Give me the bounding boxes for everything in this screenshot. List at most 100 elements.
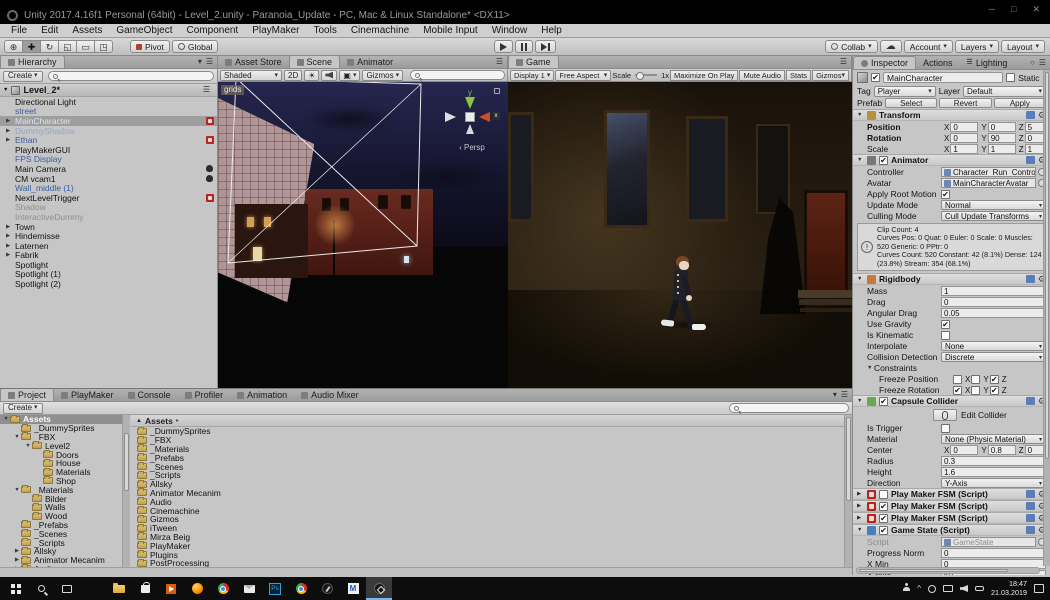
panel-menu-icon[interactable]: ☰	[1039, 57, 1046, 69]
mute-audio-toggle[interactable]: Mute Audio	[739, 70, 785, 81]
expand-arrow-icon[interactable]: ▶	[13, 557, 21, 563]
asset-list-item[interactable]: _Scenes	[131, 462, 844, 471]
mail-icon[interactable]	[236, 577, 262, 600]
property-checkbox[interactable]	[941, 424, 950, 433]
hierarchy-item[interactable]: ▶Hindernisse	[0, 231, 217, 241]
dropdown[interactable]: Normal▾	[941, 200, 1046, 210]
minimize-icon[interactable]: ─	[989, 4, 995, 15]
hand-tool-icon[interactable]: ⊕	[4, 40, 23, 53]
create-button[interactable]: Create▾	[3, 403, 43, 414]
gameobject-name-field[interactable]: MainCharacter	[883, 72, 1003, 83]
maximize-icon[interactable]: □	[1011, 4, 1016, 15]
collab-button[interactable]: Collab▾	[825, 40, 878, 53]
component-enabled-checkbox[interactable]: ✔	[879, 397, 888, 406]
expand-arrow-icon[interactable]: ▶	[6, 233, 15, 239]
axis-checkbox[interactable]	[971, 386, 980, 395]
panel-menu-icon[interactable]: ☰	[496, 56, 503, 68]
firefox-icon[interactable]	[184, 577, 210, 600]
gizmos-dropdown[interactable]: Gizmos▾	[362, 70, 403, 81]
property-checkbox[interactable]: ✔	[941, 320, 950, 329]
edit-collider-button[interactable]	[933, 409, 957, 421]
lock-icon[interactable]: ○	[1030, 57, 1035, 69]
maximize-on-play-toggle[interactable]: Maximize On Play	[670, 70, 738, 81]
pause-button[interactable]	[515, 40, 533, 53]
project-tree-item[interactable]: _Scripts	[0, 538, 129, 547]
stats-toggle[interactable]: Stats	[786, 70, 811, 81]
menu-cinemachine[interactable]: Cinemachine	[344, 25, 416, 36]
value-field[interactable]: 1.6	[941, 467, 1046, 477]
hierarchy-item[interactable]: FPS Display	[0, 155, 217, 165]
hierarchy-item[interactable]: InteractiveDummy	[0, 212, 217, 222]
reference-icon[interactable]	[1026, 397, 1035, 405]
axis-checkbox[interactable]: ✔	[953, 386, 962, 395]
asset-list-item[interactable]: Animator Mecanim	[131, 489, 844, 498]
property-checkbox[interactable]: ✔	[941, 190, 950, 199]
reference-icon[interactable]	[1026, 526, 1035, 534]
scale-slider[interactable]	[635, 74, 657, 76]
dropdown[interactable]: Cull Update Transforms▾	[941, 211, 1046, 221]
axis-checkbox[interactable]: ✔	[990, 375, 999, 384]
value-field[interactable]: 0.3	[941, 456, 1046, 466]
panel-menu-icon[interactable]: ☰	[206, 56, 213, 68]
tab-game[interactable]: Game	[508, 55, 559, 68]
expand-arrow-icon[interactable]: ▶	[6, 252, 15, 258]
hierarchy-item[interactable]: Spotlight	[0, 260, 217, 270]
menu-mobile-input[interactable]: Mobile Input	[416, 25, 484, 36]
menu-window[interactable]: Window	[485, 25, 535, 36]
neg-y-axis-cone[interactable]	[466, 124, 474, 134]
scene-header-row[interactable]: ▼ Level_2* ☰	[0, 84, 217, 97]
rect-tool-icon[interactable]: ▭	[76, 40, 95, 53]
expand-arrow-icon[interactable]: ▶	[6, 243, 15, 249]
asset-list-item[interactable]: _Prefabs	[131, 453, 844, 462]
store-icon[interactable]	[132, 577, 158, 600]
lock-icon[interactable]: ▾	[833, 389, 837, 401]
asset-list-item[interactable]: _DummySprites	[131, 427, 844, 436]
value-field[interactable]: 0	[950, 133, 978, 143]
volume-icon[interactable]	[960, 585, 968, 592]
close-icon[interactable]: ✕	[1032, 4, 1040, 15]
project-tree-item[interactable]: ▶Animator Mecanim	[0, 556, 129, 565]
tab-console[interactable]: Console	[121, 389, 178, 401]
expand-arrow-icon[interactable]: ▶	[6, 224, 15, 230]
active-checkbox[interactable]: ✔	[871, 73, 880, 82]
inspector-scrollbar[interactable]	[1043, 70, 1050, 566]
display-dropdown[interactable]: Display 1▾	[510, 70, 554, 81]
usb-icon[interactable]	[975, 586, 984, 591]
asset-list-item[interactable]: _Materials	[131, 445, 844, 454]
global-button[interactable]: Global	[172, 40, 219, 53]
people-icon[interactable]	[903, 587, 910, 591]
hierarchy-item[interactable]: Directional Light	[0, 97, 217, 107]
foldout-arrow-icon[interactable]: ▼	[857, 276, 864, 282]
dropdown[interactable]: None▾	[941, 341, 1046, 351]
hierarchy-item[interactable]: ▶Ethan	[0, 135, 217, 145]
tab-lighting[interactable]: ☰Lighting	[960, 57, 1015, 69]
asset-list-item[interactable]: Allsky	[131, 480, 844, 489]
reference-icon[interactable]	[1026, 502, 1035, 510]
gizmo-center-cube[interactable]	[465, 112, 475, 122]
menu-gameobject[interactable]: GameObject	[109, 25, 179, 36]
start-icon[interactable]	[2, 577, 28, 600]
tab-scene[interactable]: Scene	[289, 55, 341, 68]
scene-gizmo[interactable]: y x ‹ Persp	[444, 88, 500, 152]
dropdown[interactable]: None (Physic Material)▾	[941, 434, 1046, 444]
axis-checkbox[interactable]	[971, 375, 980, 384]
reference-icon[interactable]	[1026, 514, 1035, 522]
scale-tool-icon[interactable]: ◱	[58, 40, 77, 53]
hierarchy-item[interactable]: Shadow	[0, 203, 217, 213]
value-field[interactable]: 1	[950, 144, 978, 154]
expand-arrow-icon[interactable]: ▶	[6, 128, 15, 134]
hierarchy-item[interactable]: ▶Fabrik	[0, 251, 217, 261]
menu-edit[interactable]: Edit	[34, 25, 65, 36]
foldout-arrow-icon[interactable]: ▶	[857, 491, 864, 497]
panel-menu-icon[interactable]: ☰	[840, 56, 847, 68]
clock[interactable]: 18:47 21.03.2019	[991, 580, 1027, 597]
component-header[interactable]: ▼✔Capsule Collider⚙	[853, 395, 1050, 407]
prefab-select-button[interactable]: Select	[885, 98, 937, 108]
dropdown[interactable]: Y-Axis▾	[941, 478, 1046, 488]
component-header[interactable]: ▶Play Maker FSM (Script)⚙	[853, 488, 1050, 500]
property-checkbox[interactable]	[941, 331, 950, 340]
dark-app-icon[interactable]	[314, 577, 340, 600]
lock-icon[interactable]: ▾	[198, 56, 202, 68]
reference-icon[interactable]	[1026, 156, 1035, 164]
chromium-icon[interactable]	[288, 577, 314, 600]
